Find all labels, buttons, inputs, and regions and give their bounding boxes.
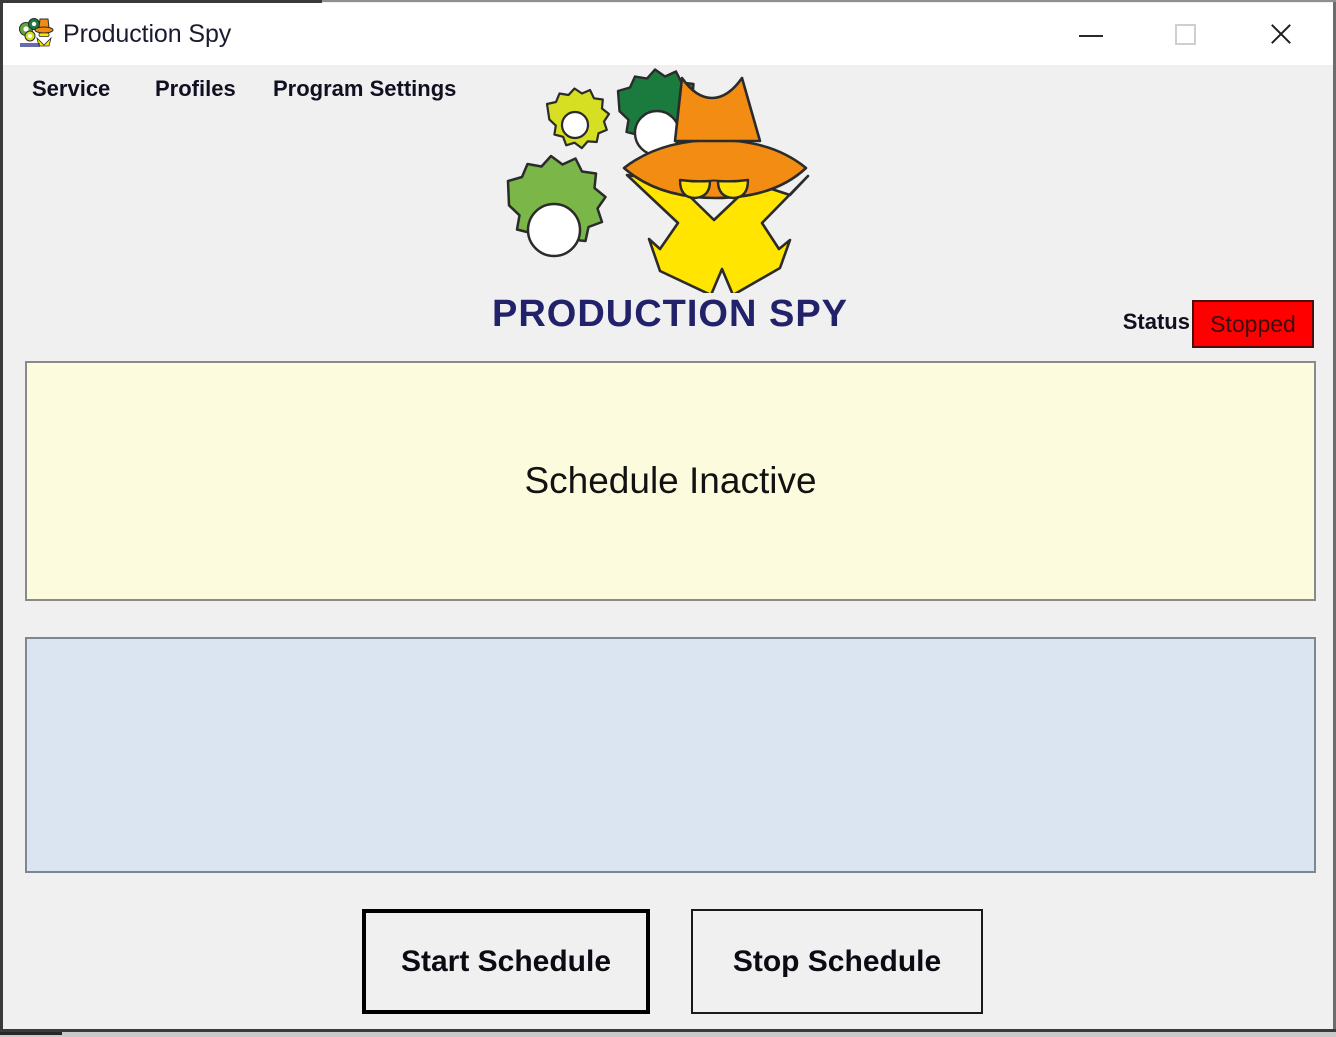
menu-item-profiles[interactable]: Profiles — [155, 76, 236, 102]
close-button[interactable] — [1233, 3, 1328, 65]
log-output-panel[interactable] — [25, 637, 1316, 873]
taskbar-sliver-accent — [0, 1032, 62, 1035]
title-bar: Production Spy — [3, 3, 1333, 65]
stop-schedule-button[interactable]: Stop Schedule — [691, 909, 983, 1014]
product-logo: PRODUCTION SPY — [490, 63, 850, 348]
maximize-icon — [1175, 23, 1196, 45]
schedule-status-panel: Schedule Inactive — [25, 361, 1316, 601]
window-border-top-light — [322, 0, 1336, 2]
maximize-button[interactable] — [1138, 3, 1233, 65]
start-schedule-button[interactable]: Start Schedule — [362, 909, 650, 1014]
app-logo-icon — [18, 16, 54, 50]
window-body: Production Spy Service Profiles Program … — [3, 3, 1333, 1029]
schedule-status-message: Schedule Inactive — [524, 460, 817, 501]
menu-item-service[interactable]: Service — [32, 76, 110, 102]
logo-wordmark: PRODUCTION SPY — [491, 293, 849, 335]
status-badge: Stopped — [1192, 300, 1314, 348]
minimize-button[interactable] — [1043, 3, 1138, 65]
minimize-icon — [1078, 35, 1103, 37]
desktop-taskbar-sliver — [0, 1032, 1336, 1037]
application-window: Production Spy Service Profiles Program … — [0, 0, 1336, 1037]
status-label: Status — [1122, 309, 1190, 334]
menu-item-program-settings[interactable]: Program Settings — [273, 76, 456, 102]
spy-gears-logo-icon — [506, 68, 810, 293]
close-icon — [1268, 21, 1294, 47]
window-title: Production Spy — [63, 20, 232, 48]
